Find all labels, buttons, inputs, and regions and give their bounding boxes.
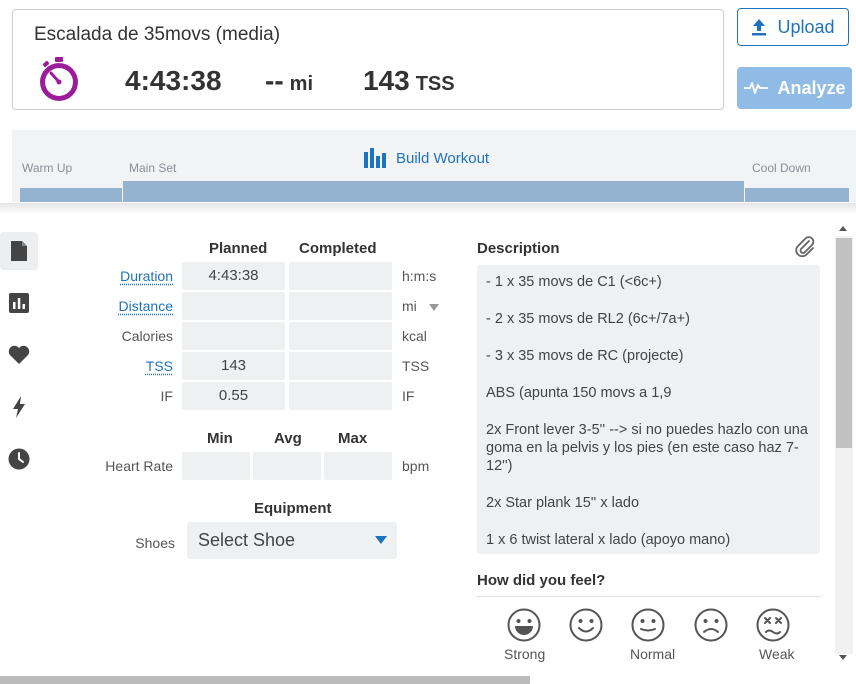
shoe-select[interactable]: Select Shoe xyxy=(187,522,397,559)
distance-unit-label: mi xyxy=(402,298,417,314)
tab-health[interactable] xyxy=(0,336,38,374)
if-planned-field[interactable]: 0.55 xyxy=(182,382,285,410)
main-set-bar[interactable] xyxy=(123,181,744,202)
chart-icon xyxy=(9,293,29,313)
hr-min-field[interactable] xyxy=(182,452,250,480)
hr-max-header: Max xyxy=(338,430,368,447)
scroll-up-arrow-icon[interactable] xyxy=(839,226,847,231)
feel-normal-label: Normal xyxy=(630,646,676,662)
hr-min-header: Min xyxy=(207,430,233,447)
pulse-icon xyxy=(744,82,769,94)
warm-up-bar[interactable] xyxy=(20,188,122,202)
paperclip-icon[interactable] xyxy=(794,235,816,262)
duration-planned-field[interactable]: 4:43:38 xyxy=(182,262,285,290)
heart-rate-label: Heart Rate xyxy=(105,458,173,474)
upload-label: Upload xyxy=(777,16,835,37)
cool-down-label: Cool Down xyxy=(752,161,811,175)
description-line: ABS (apunta 150 movs a 1,9 xyxy=(486,385,672,401)
feel-title: How did you feel? xyxy=(477,572,606,589)
build-workout-label: Build Workout xyxy=(396,149,490,167)
analyze-button[interactable]: Analyze xyxy=(737,67,852,109)
description-line: - 1 x 35 movs de C1 (<6c+) xyxy=(486,274,662,290)
feel-weak-icon[interactable] xyxy=(756,608,790,647)
feel-good-icon[interactable] xyxy=(569,608,603,647)
tss-planned-field[interactable]: 143 xyxy=(182,352,285,380)
feel-strong-label: Strong xyxy=(504,646,546,662)
duration-completed-field[interactable] xyxy=(289,262,392,290)
duration-label[interactable]: Duration xyxy=(93,268,173,284)
caret-down-icon xyxy=(428,304,439,311)
workout-title[interactable]: Escalada de 35movs (media) xyxy=(34,24,280,46)
if-label: IF xyxy=(160,388,173,404)
main-set-label: Main Set xyxy=(129,161,177,175)
upload-icon xyxy=(752,19,767,36)
shoe-select-value: Select Shoe xyxy=(198,530,296,550)
tss-completed-field[interactable] xyxy=(289,352,392,380)
stopwatch-icon xyxy=(37,56,81,107)
scroll-down-arrow-icon[interactable] xyxy=(839,655,847,660)
workout-builder[interactable]: Warm Up Main Set Build Workout Cool Down xyxy=(12,130,856,202)
tss-unit-label: TSS xyxy=(402,358,430,374)
calories-planned-field[interactable] xyxy=(182,322,285,350)
upload-button[interactable]: Upload xyxy=(737,8,849,46)
feel-strong-icon[interactable] xyxy=(507,608,541,647)
tab-history[interactable] xyxy=(0,440,38,478)
completed-header: Completed xyxy=(299,240,377,257)
distance-metric: -- mi xyxy=(265,65,313,97)
warm-up-label: Warm Up xyxy=(22,161,73,175)
description-textarea[interactable]: - 1 x 35 movs de C1 (<6c+) - 2 x 35 movs… xyxy=(477,265,820,554)
tss-metric: 143 TSS xyxy=(363,65,455,97)
planned-header: Planned xyxy=(209,240,268,257)
hr-avg-field[interactable] xyxy=(253,452,321,480)
divider xyxy=(0,203,856,215)
feel-weak-label: Weak xyxy=(759,646,795,662)
feel-normal-icon[interactable] xyxy=(631,608,665,647)
distance-planned-field[interactable] xyxy=(182,292,285,320)
hr-max-field[interactable] xyxy=(324,452,392,480)
hr-avg-header: Avg xyxy=(274,430,302,447)
distance-label[interactable]: Distance xyxy=(93,298,173,314)
hr-unit: bpm xyxy=(402,458,430,474)
distance-value: -- xyxy=(265,65,284,96)
clock-icon xyxy=(8,448,30,470)
feel-divider xyxy=(477,596,820,597)
tss-value: 143 xyxy=(363,65,410,96)
calories-unit: kcal xyxy=(402,328,427,344)
tab-power[interactable] xyxy=(0,388,38,426)
equipment-header: Equipment xyxy=(254,500,332,517)
document-icon xyxy=(11,241,27,261)
lightning-icon xyxy=(13,396,25,418)
description-line: 2x Front lever 3-5'' --> si no puedes ha… xyxy=(486,422,808,474)
description-title: Description xyxy=(477,240,560,257)
calories-completed-field[interactable] xyxy=(289,322,392,350)
analyze-label: Analyze xyxy=(777,77,846,98)
tab-analysis[interactable] xyxy=(0,284,38,322)
dropdown-caret-icon xyxy=(375,536,387,544)
tss-label[interactable]: TSS xyxy=(93,358,173,374)
bottom-strip xyxy=(0,676,530,684)
tab-summary[interactable] xyxy=(0,232,38,270)
cool-down-bar[interactable] xyxy=(745,188,849,202)
bar-chart-icon xyxy=(364,148,386,168)
description-line: - 2 x 35 movs de RL2 (6c+/7a+) xyxy=(486,311,690,327)
distance-unit: mi xyxy=(289,73,313,95)
scrollbar[interactable] xyxy=(835,222,853,667)
duration-unit: h:m:s xyxy=(402,268,437,284)
if-completed-field[interactable] xyxy=(289,382,392,410)
feel-bad-icon[interactable] xyxy=(694,608,728,647)
distance-completed-field[interactable] xyxy=(289,292,392,320)
workout-header-card: Escalada de 35movs (media) 4:43:38 -- mi … xyxy=(12,9,724,110)
heart-icon xyxy=(8,345,30,364)
description-line: 2x Star plank 15'' x lado xyxy=(486,495,640,511)
scroll-thumb[interactable] xyxy=(836,238,852,448)
shoes-label: Shoes xyxy=(135,535,175,551)
description-line: - 3 x 35 movs de RC (projecte) xyxy=(486,348,684,364)
description-line: 1 x 6 twist lateral x lado (apoyo mano) xyxy=(486,532,731,548)
duration-value: 4:43:38 xyxy=(125,65,222,96)
if-unit: IF xyxy=(402,388,415,404)
build-workout-link[interactable]: Build Workout xyxy=(364,148,489,168)
tss-unit: TSS xyxy=(415,73,455,95)
calories-label: Calories xyxy=(121,328,173,344)
distance-unit-select[interactable]: mi xyxy=(402,298,439,314)
